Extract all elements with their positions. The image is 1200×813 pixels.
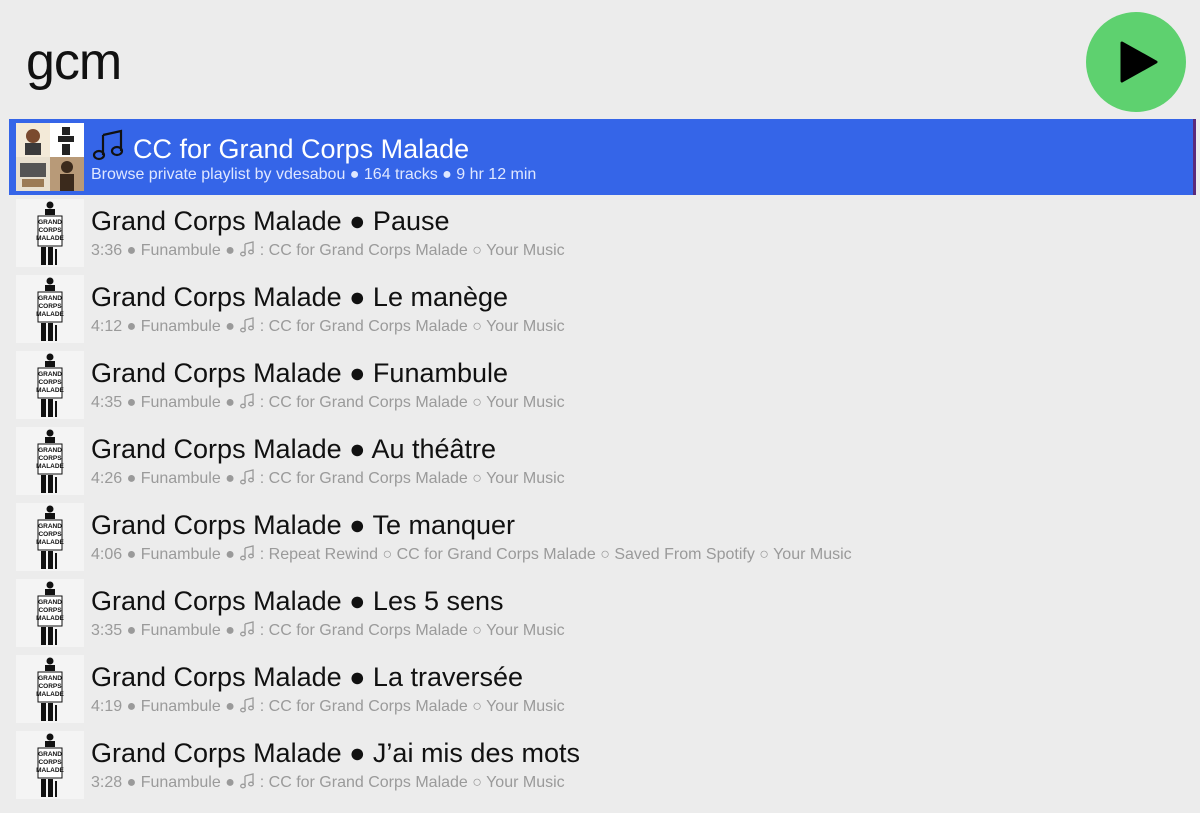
search-query[interactable]: gcm <box>26 30 122 94</box>
svg-text:MALADE: MALADE <box>36 235 64 242</box>
result-title: Grand Corps Malade ● La traversée <box>91 662 524 692</box>
svg-text:GRAND: GRAND <box>38 523 62 530</box>
svg-text:MALADE: MALADE <box>36 615 64 622</box>
result-row-track[interactable]: GRAND CORPS MALADE Grand Corps Malade ● … <box>9 727 1194 803</box>
svg-text:GRAND: GRAND <box>38 447 62 454</box>
svg-text:MALADE: MALADE <box>36 463 64 470</box>
result-row-track[interactable]: GRAND CORPS MALADE Grand Corps Malade ● … <box>9 347 1194 423</box>
album-artwork: GRAND CORPS MALADE <box>16 503 84 571</box>
result-title: Grand Corps Malade ● Pause <box>91 206 450 236</box>
music-note-icon <box>240 469 255 485</box>
result-title: Grand Corps Malade ● Au théâtre <box>91 434 497 464</box>
svg-text:CORPS: CORPS <box>38 227 62 234</box>
result-subtitle: 4:06 ● Funambule ● : Repeat Rewind ○ CC … <box>91 545 852 563</box>
play-button[interactable] <box>1086 12 1186 112</box>
album-artwork: GRAND CORPS MALADE <box>16 655 84 723</box>
result-subtitle: 4:35 ● Funambule ● : CC for Grand Corps … <box>91 393 565 411</box>
result-row-track[interactable]: GRAND CORPS MALADE Grand Corps Malade ● … <box>9 271 1194 347</box>
svg-text:MALADE: MALADE <box>36 311 64 318</box>
result-title: Grand Corps Malade ● J’ai mis des mots <box>91 738 580 768</box>
result-row-playlist[interactable]: CC for Grand Corps Malade Browse private… <box>9 119 1196 195</box>
music-note-icon <box>240 317 255 333</box>
music-note-icon <box>240 241 255 257</box>
result-subtitle: 4:26 ● Funambule ● : CC for Grand Corps … <box>91 469 565 487</box>
svg-text:CORPS: CORPS <box>38 303 62 310</box>
result-subtitle: 3:35 ● Funambule ● : CC for Grand Corps … <box>91 621 565 639</box>
play-icon <box>1120 41 1158 83</box>
svg-text:GRAND: GRAND <box>38 371 62 378</box>
result-subtitle: Browse private playlist by vdesabou ● 16… <box>91 166 537 183</box>
svg-text:MALADE: MALADE <box>36 539 64 546</box>
svg-text:MALADE: MALADE <box>36 387 64 394</box>
album-artwork: GRAND CORPS MALADE <box>16 427 84 495</box>
album-artwork: GRAND CORPS MALADE <box>16 579 84 647</box>
result-row-track[interactable]: GRAND CORPS MALADE Grand Corps Malade ● … <box>9 499 1194 575</box>
result-subtitle: 4:12 ● Funambule ● : CC for Grand Corps … <box>91 317 565 335</box>
svg-text:GRAND: GRAND <box>38 599 62 606</box>
music-note-icon <box>92 129 124 161</box>
music-note-icon <box>240 621 255 637</box>
search-bar: gcm <box>0 0 1200 118</box>
album-artwork: GRAND CORPS MALADE <box>16 275 84 343</box>
svg-text:CORPS: CORPS <box>38 455 62 462</box>
result-title: Grand Corps Malade ● Le manège <box>91 282 509 312</box>
svg-text:CORPS: CORPS <box>38 379 62 386</box>
music-note-icon <box>240 393 255 409</box>
svg-text:CORPS: CORPS <box>38 683 62 690</box>
result-row-track[interactable]: GRAND CORPS MALADE Grand Corps Malade ● … <box>9 195 1194 271</box>
svg-text:MALADE: MALADE <box>36 691 64 698</box>
app-window: gcm CC for Grand Corps Malade Browse pri… <box>0 0 1200 813</box>
results-list: CC for Grand Corps Malade Browse private… <box>9 119 1196 803</box>
svg-text:GRAND: GRAND <box>38 675 62 682</box>
result-subtitle: 4:19 ● Funambule ● : CC for Grand Corps … <box>91 697 565 715</box>
svg-text:GRAND: GRAND <box>38 751 62 758</box>
music-note-icon <box>240 697 255 713</box>
album-artwork: GRAND CORPS MALADE <box>16 731 84 799</box>
music-note-icon <box>240 545 255 561</box>
svg-text:CORPS: CORPS <box>38 759 62 766</box>
album-artwork: GRAND CORPS MALADE <box>16 351 84 419</box>
svg-text:MALADE: MALADE <box>36 767 64 774</box>
result-title: CC for Grand Corps Malade <box>91 129 469 165</box>
result-subtitle: 3:36 ● Funambule ● : CC for Grand Corps … <box>91 241 565 259</box>
svg-text:GRAND: GRAND <box>38 219 62 226</box>
svg-text:GRAND: GRAND <box>38 295 62 302</box>
result-title: Grand Corps Malade ● Funambule <box>91 358 509 388</box>
result-title: Grand Corps Malade ● Te manquer <box>91 510 516 540</box>
result-row-track[interactable]: GRAND CORPS MALADE Grand Corps Malade ● … <box>9 423 1194 499</box>
music-note-icon <box>240 773 255 789</box>
result-row-track[interactable]: GRAND CORPS MALADE Grand Corps Malade ● … <box>9 575 1194 651</box>
svg-text:CORPS: CORPS <box>38 531 62 538</box>
result-row-track[interactable]: GRAND CORPS MALADE Grand Corps Malade ● … <box>9 651 1194 727</box>
svg-text:CORPS: CORPS <box>38 607 62 614</box>
playlist-artwork <box>16 123 84 191</box>
result-title: Grand Corps Malade ● Les 5 sens <box>91 586 504 616</box>
result-subtitle: 3:28 ● Funambule ● : CC for Grand Corps … <box>91 773 565 791</box>
album-artwork: GRAND CORPS MALADE <box>16 199 84 267</box>
